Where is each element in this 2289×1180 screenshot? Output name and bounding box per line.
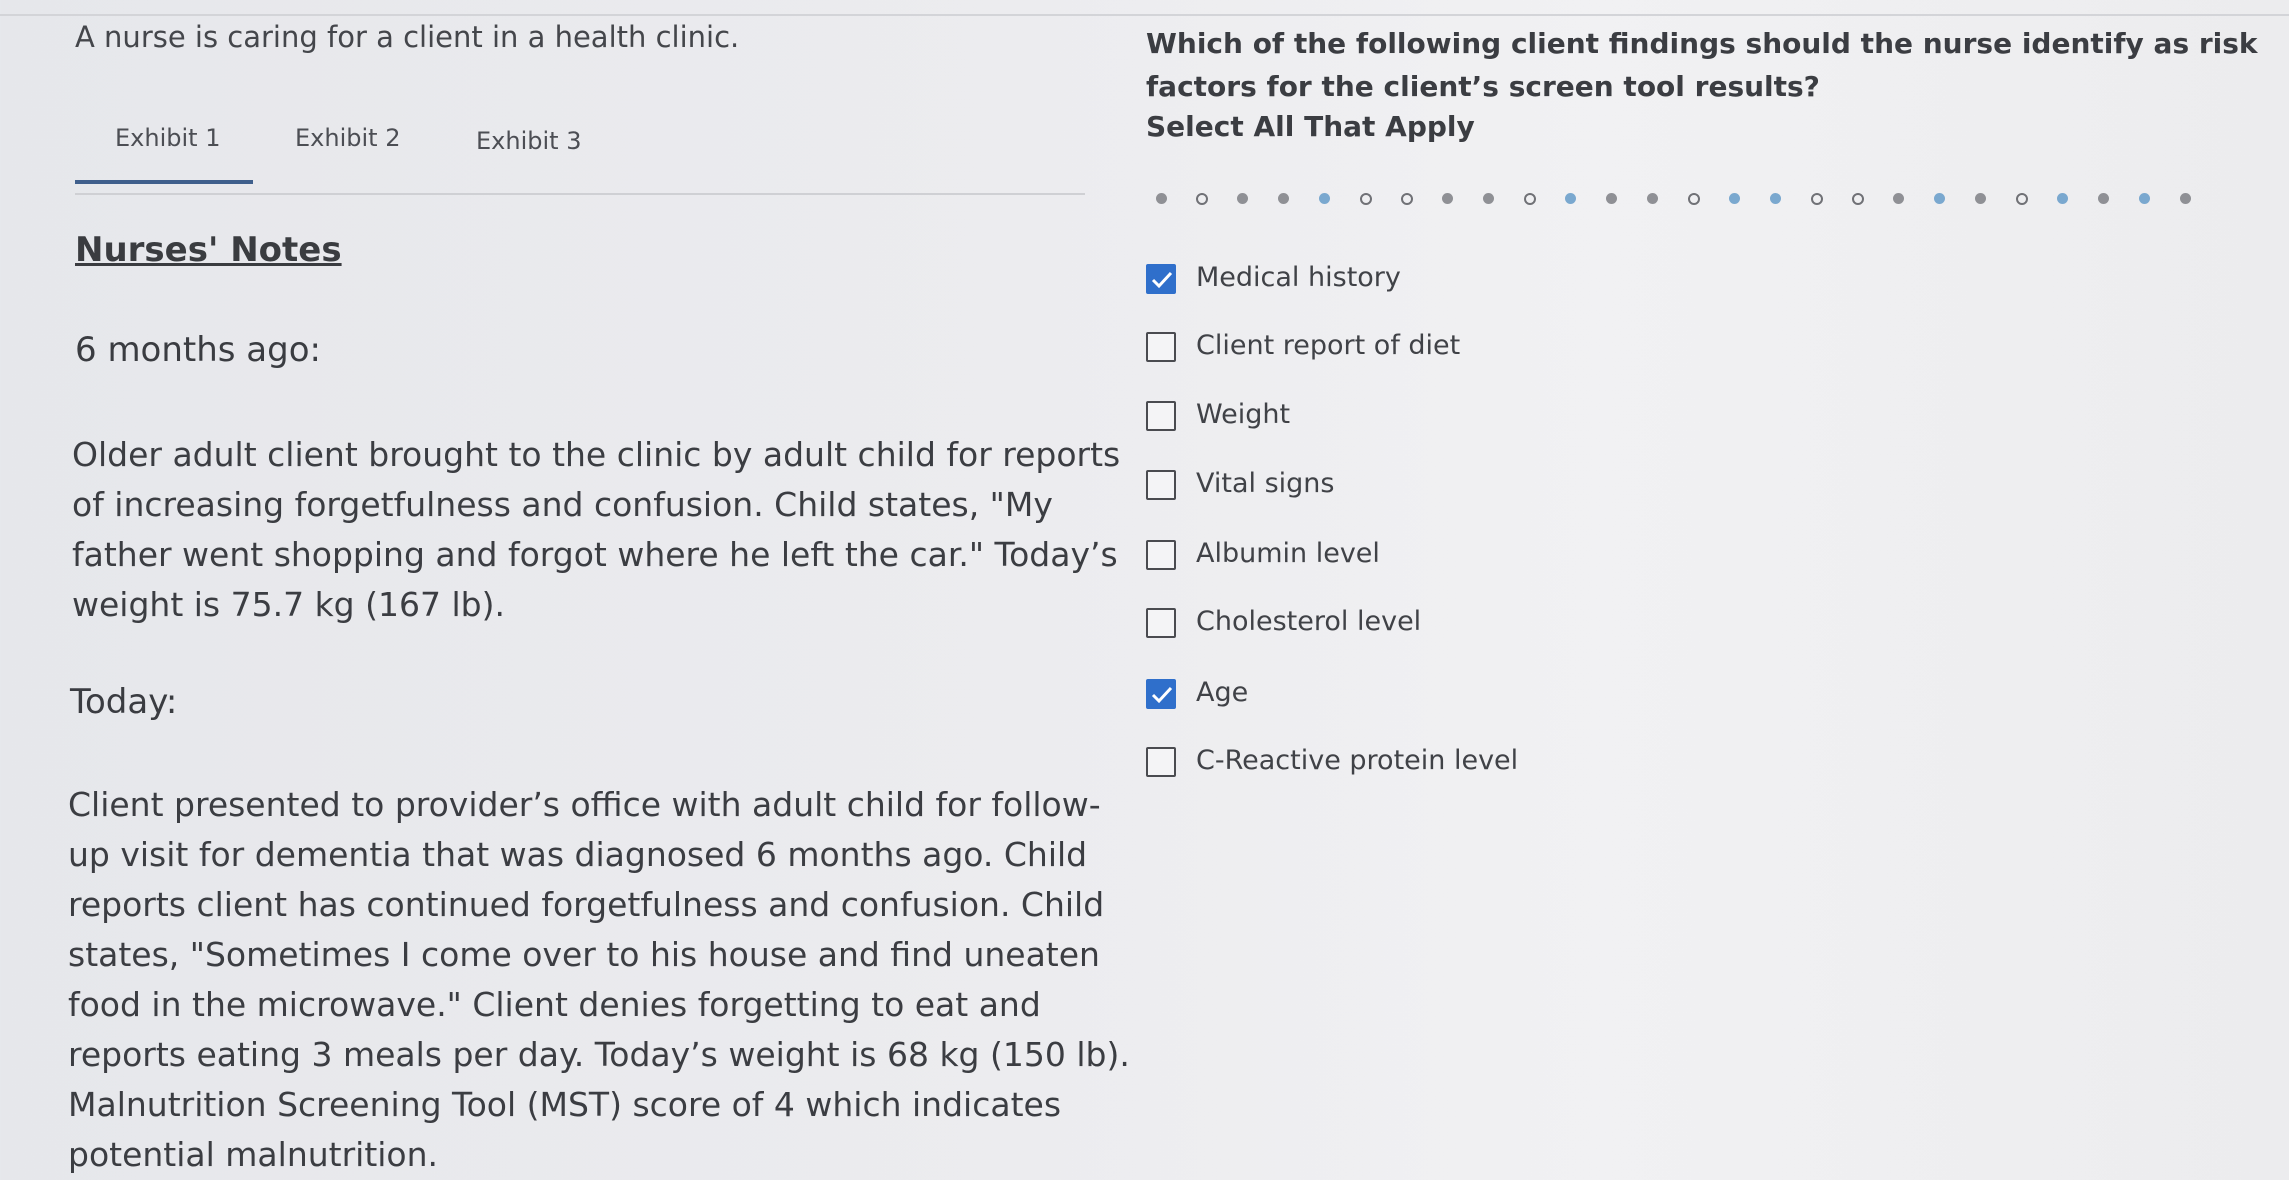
exhibit-tabs: Exhibit 1 Exhibit 2 Exhibit 3 [74,118,1085,195]
dot-icon [1934,193,1945,204]
dot-icon [1237,193,1248,204]
option-label: Age [1196,677,1249,708]
check-icon [1151,271,1173,289]
question-line: Which of the following client findings s… [1146,27,2258,60]
note-line: up visit for dementia that was diagnosed… [68,835,1088,874]
dot-icon [1565,193,1576,204]
note-line: reports client has continued forgetfulne… [68,885,1105,924]
dot-icon [1360,193,1372,205]
note-line: father went shopping and forgot where he… [72,535,1118,574]
top-divider [0,14,2289,16]
dot-icon [2057,193,2068,204]
dot-icon [1811,193,1823,205]
note-line: weight is 75.7 kg (167 lb). [72,585,505,624]
option-label: Weight [1196,399,1291,430]
checkbox-unchecked[interactable] [1146,747,1176,777]
option-label: Albumin level [1196,538,1380,569]
dot-icon [1524,193,1536,205]
dot-icon [1647,193,1658,204]
nurses-notes-title: Nurses' Notes [75,230,342,270]
decorative-dot-row [1156,189,2196,209]
note-line: potential malnutrition. [68,1135,439,1174]
option-label: Vital signs [1196,468,1335,499]
scenario-text: A nurse is caring for a client in a heal… [75,20,740,54]
note-line: Older adult client brought to the clinic… [72,435,1121,474]
note-line: Client presented to provider’s office wi… [68,785,1101,824]
option-label: Medical history [1196,262,1401,293]
dot-icon [1975,193,1986,204]
checkbox-unchecked[interactable] [1146,332,1176,362]
section-6-months-ago-text: Older adult client brought to the clinic… [72,430,1120,630]
checkbox-checked[interactable] [1146,264,1176,294]
dot-icon [1606,193,1617,204]
dot-icon [1156,193,1167,204]
checkbox-unchecked[interactable] [1146,540,1176,570]
checkbox-unchecked[interactable] [1146,608,1176,638]
tab-exhibit-2[interactable]: Exhibit 2 [295,124,400,152]
note-line: states, "Sometimes I come over to his ho… [68,935,1100,974]
select-all-instruction: Select All That Apply [1146,110,1475,143]
dot-icon [1278,193,1289,204]
checkbox-unchecked[interactable] [1146,470,1176,500]
tab-exhibit-1[interactable]: Exhibit 1 [74,124,254,184]
dot-icon [2139,193,2150,204]
dot-icon [2180,193,2191,204]
dot-icon [1196,193,1208,205]
dot-icon [1319,193,1330,204]
option-label: Client report of diet [1196,330,1461,361]
dot-icon [1852,193,1864,205]
dot-icon [1442,193,1453,204]
option-label: Cholesterol level [1196,606,1422,637]
tab-exhibit-3[interactable]: Exhibit 3 [476,127,581,155]
section-label-6-months-ago: 6 months ago: [75,330,321,370]
checkbox-checked[interactable] [1146,679,1176,709]
question-line: factors for the client’s screen tool res… [1146,70,1820,103]
dot-icon [1688,193,1700,205]
check-icon [1151,686,1173,704]
dot-icon [1770,193,1781,204]
note-line: food in the microwave." Client denies fo… [68,985,1041,1024]
checkbox-unchecked[interactable] [1146,401,1176,431]
note-line: reports eating 3 meals per day. Today’s … [68,1035,1130,1074]
note-line: Malnutrition Screening Tool (MST) score … [68,1085,1062,1124]
dot-icon [2016,193,2028,205]
dot-icon [2098,193,2109,204]
dot-icon [1729,193,1740,204]
dot-icon [1483,193,1494,204]
dot-icon [1401,193,1413,205]
section-today-text: Client presented to provider’s office wi… [68,780,1130,1180]
note-line: of increasing forgetfulness and confusio… [72,485,1053,524]
dot-icon [1893,193,1904,204]
section-label-today: Today: [70,682,178,722]
option-label: C-Reactive protein level [1196,745,1519,776]
question-text: Which of the following client findings s… [1146,22,2258,108]
